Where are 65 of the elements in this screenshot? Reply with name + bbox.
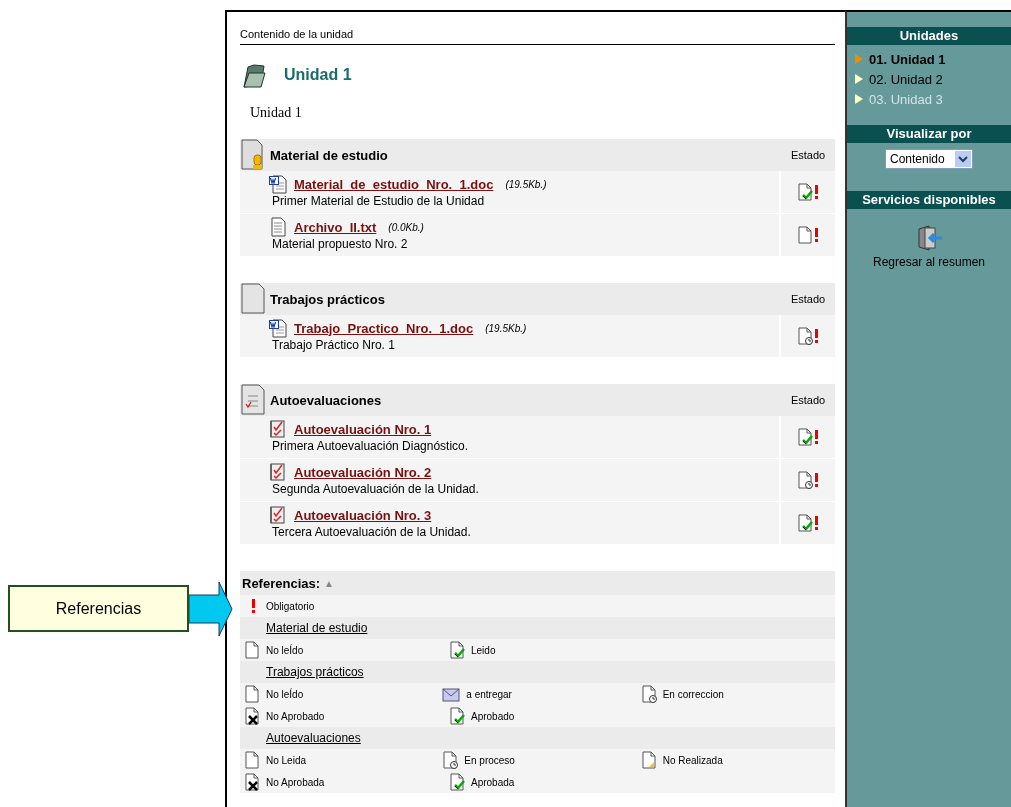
legend-label: En proceso [464, 754, 515, 766]
required-icon [814, 516, 819, 530]
word-document-icon [268, 318, 288, 338]
required-icon [814, 329, 819, 343]
status-heading: Estado [789, 149, 827, 161]
status-heading: Estado [789, 293, 827, 305]
sidebar-heading: Servicios disponibles [847, 191, 1011, 209]
service-link[interactable]: Regresar al resumen [872, 255, 986, 269]
unit-item[interactable]: 01. Unidad 1 [855, 49, 1011, 69]
section-title: Material de estudio [270, 147, 389, 163]
required-icon [814, 430, 819, 444]
section-title: Trabajos prácticos [270, 291, 386, 307]
legend-label: No leÍdo [266, 644, 304, 656]
required-icon [814, 473, 819, 487]
item-description: Segunda Autoevaluación de la Unidad. [272, 482, 480, 496]
callout-arrow [189, 581, 233, 637]
item-description: Primera Autoevaluación Diagnóstico. [272, 439, 470, 453]
file-size: (19.5Kb.) [485, 322, 527, 334]
checklist-icon [268, 505, 288, 525]
item-description: Trabajo Práctico Nro. 1 [272, 338, 396, 352]
legend-label: Obligatorio [266, 600, 315, 612]
file-link[interactable]: Archivo_II.txt [294, 219, 377, 235]
required-icon [250, 599, 256, 613]
unit-item[interactable]: 02. Unidad 2 [855, 69, 1011, 89]
legend-label: Aprobada [471, 776, 515, 788]
status-heading: Estado [789, 394, 827, 406]
sidebar-heading: Unidades [847, 27, 1011, 45]
text-file-icon [268, 217, 288, 237]
legend-label: Aprobado [471, 710, 515, 722]
sidebar-heading: Visualizar por [847, 125, 1011, 143]
file-link[interactable]: Material_de_estudio_Nro._1.doc [294, 176, 494, 192]
legend-label: No leÍdo [266, 688, 304, 700]
file-size: (0.0Kb.) [388, 221, 424, 233]
legend-label: Leido [471, 644, 496, 656]
file-link[interactable]: Autoevaluación Nro. 2 [294, 464, 432, 480]
references-title: Referencias: [242, 575, 321, 591]
file-link[interactable]: Trabajo_Practico_Nro._1.doc [294, 320, 474, 336]
view-dropdown[interactable]: Contenido [885, 149, 973, 169]
item-description: Material propuesto Nro. 2 [272, 237, 409, 251]
legend-label: a entregar [466, 688, 512, 700]
legend-group-title: Material de estudio [265, 621, 368, 635]
required-icon [814, 228, 819, 242]
file-link[interactable]: Autoevaluación Nro. 3 [294, 507, 432, 523]
unit-title: Unidad 1 [284, 66, 352, 84]
checklist-icon [268, 419, 288, 439]
legend-label: No Realizada [662, 754, 723, 766]
folder-icon [240, 61, 268, 89]
unit-description: Unidad 1 [250, 105, 303, 121]
item-description: Tercera Autoevaluación de la Unidad. [272, 525, 472, 539]
legend-label: No Leida [266, 754, 307, 766]
item-description: Primer Material de Estudio de la Unidad [272, 194, 486, 208]
file-link[interactable]: Autoevaluación Nro. 1 [294, 421, 432, 437]
legend-label: No Aprobada [266, 776, 325, 788]
checklist-icon [268, 462, 288, 482]
legend-label: En correccion [662, 688, 724, 700]
section-title: Autoevaluaciones [270, 392, 383, 408]
legend-group-title: Trabajos prácticos [265, 665, 364, 679]
section-header: Contenido de la unidad [240, 12, 835, 45]
required-icon [814, 185, 819, 199]
return-door-icon[interactable] [915, 225, 943, 251]
file-size: (19.5Kb.) [505, 178, 547, 190]
callout-box: Referencias [8, 585, 189, 632]
legend-group-title: Autoevaluaciones [265, 731, 361, 745]
legend-label: No Aprobado [266, 710, 325, 722]
word-document-icon [268, 174, 288, 194]
